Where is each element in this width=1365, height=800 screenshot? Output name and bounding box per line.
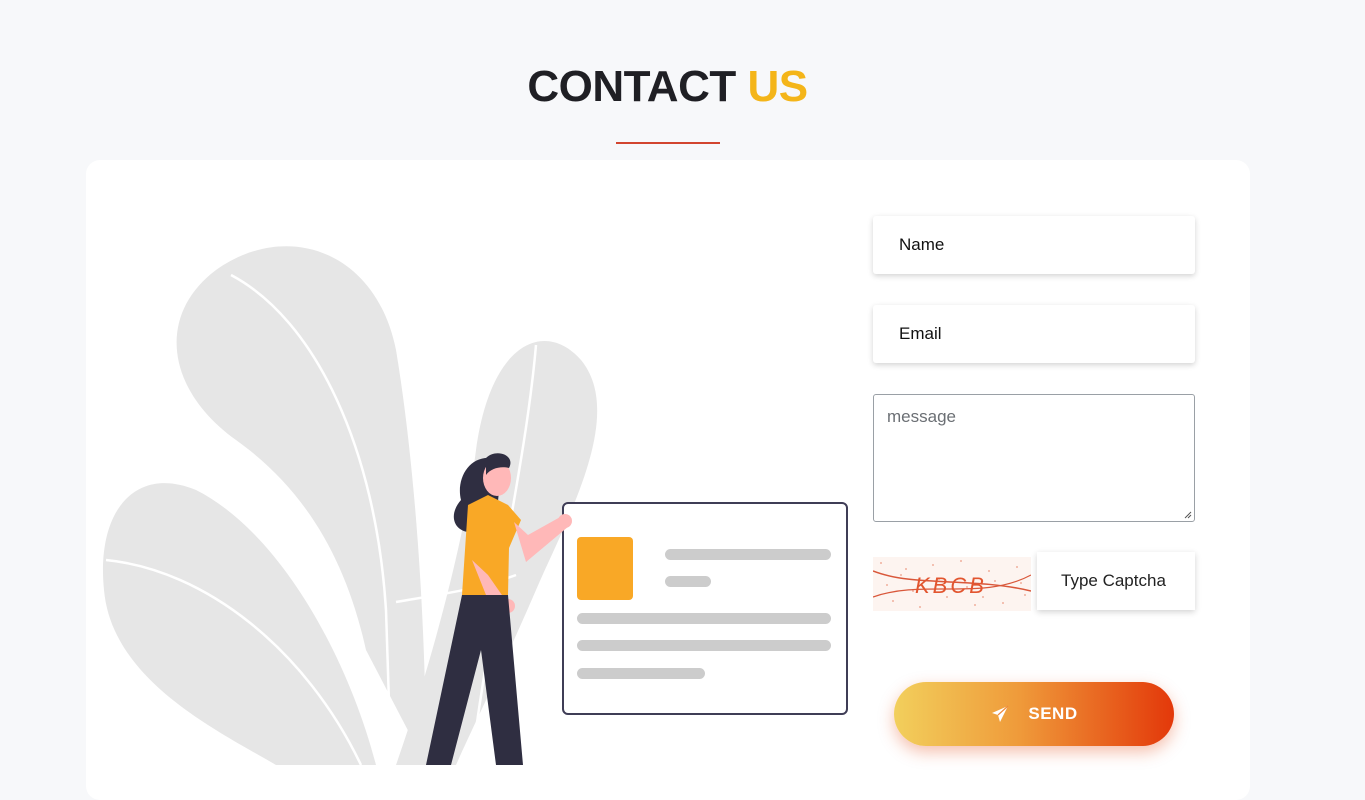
- captcha-image: KBCB: [873, 557, 1031, 611]
- message-textarea[interactable]: message: [873, 394, 1195, 522]
- name-field[interactable]: Name: [873, 216, 1195, 274]
- email-field[interactable]: Email: [873, 305, 1195, 363]
- page-title: CONTACT US: [0, 62, 1335, 112]
- resize-grip-icon[interactable]: [1183, 510, 1192, 519]
- contact-illustration: [102, 246, 848, 765]
- message-placeholder: message: [887, 407, 956, 426]
- illustration-card: [562, 502, 848, 715]
- title-main: CONTACT: [527, 62, 736, 111]
- name-placeholder: Name: [899, 235, 945, 254]
- title-accent: US: [747, 62, 808, 111]
- captcha-input[interactable]: Type Captcha: [1037, 552, 1195, 610]
- paper-plane-icon: [990, 704, 1010, 724]
- email-placeholder: Email: [899, 324, 942, 343]
- title-underline: [616, 142, 720, 144]
- captcha-text: KBCB: [915, 573, 987, 598]
- captcha-placeholder: Type Captcha: [1061, 571, 1166, 590]
- send-button[interactable]: SEND: [894, 682, 1174, 746]
- send-label: SEND: [1028, 704, 1078, 723]
